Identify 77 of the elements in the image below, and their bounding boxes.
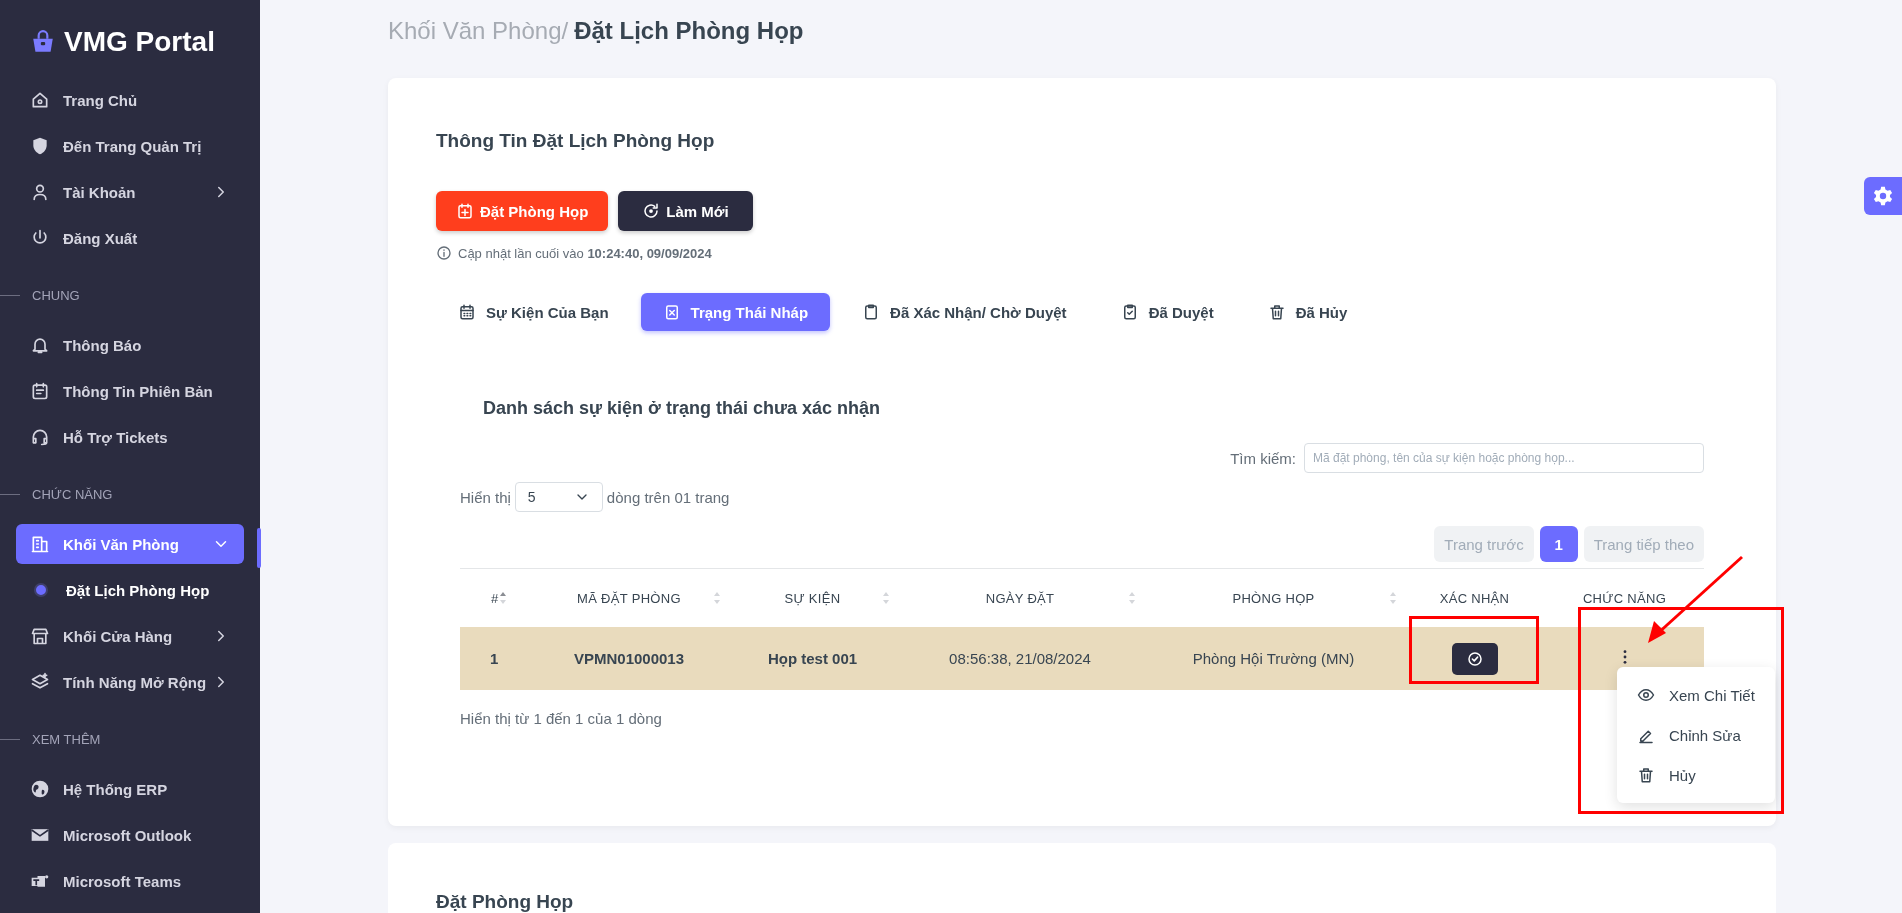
table-cell: 08:56:38, 21/08/2024 [949, 650, 1091, 667]
table-cell: 1 [490, 650, 499, 667]
sidebar-item[interactable]: Microsoft Outlook [16, 815, 244, 855]
settings-button[interactable] [1864, 177, 1902, 215]
pagination-button[interactable]: 1 [1539, 526, 1578, 562]
eye-icon [1637, 686, 1655, 704]
table-row[interactable]: 1 VPMN01000013 Họp test 001 08:56:38, 21/08/2024 Phòng Hội Trường (MN) [460, 627, 1704, 690]
column-header: XÁC NHẬN [1439, 590, 1510, 606]
bag-icon [30, 29, 56, 55]
column-header: CHỨC NĂNG [1582, 590, 1667, 606]
sidebar-item[interactable]: Thông Báo [16, 325, 244, 365]
last-updated-text: Cập nhật lần cuối vào 10:24:40, 09/09/2024 [458, 245, 712, 261]
column-header: PHÒNG HỌP [1232, 590, 1315, 606]
rows-per-page-label: dòng trên 01 trang [606, 488, 730, 506]
more-icon[interactable] [1621, 649, 1628, 665]
refresh-icon [642, 202, 661, 220]
table-cell: VPMN01000013 [573, 650, 685, 667]
trash-icon [1637, 766, 1655, 784]
sidebar-item[interactable]: Đến Trang Quản Trị [16, 126, 244, 166]
table-cell: Họp test 001 [767, 650, 858, 667]
section-label: XEM THÊM [32, 731, 101, 747]
sidebar-item[interactable]: Microsoft Teams [16, 861, 244, 901]
sidebar-item[interactable]: Hỗ Trợ Tickets [16, 417, 244, 457]
user-icon [30, 182, 50, 202]
table-info: Hiển thị từ 1 đến 1 của 1 dòng [460, 710, 663, 727]
column-header: MÃ ĐẶT PHÒNG [577, 590, 681, 606]
column-header: NGÀY ĐẶT [985, 590, 1055, 606]
sidebar-item[interactable]: Thông Tin Phiên Bản [16, 371, 244, 411]
logo-text: VMG Portal [64, 26, 215, 58]
menu-item[interactable]: Hủy [1617, 755, 1775, 795]
home-icon [30, 90, 50, 110]
calendar-plus-icon [456, 202, 474, 220]
trash-icon [1267, 303, 1286, 321]
bell-icon [30, 335, 50, 355]
sidebar-item[interactable]: Khối Cửa Hàng [16, 616, 244, 656]
search-field[interactable]: Mã đặt phòng, tên của sự kiện hoặc phòng họp... [1304, 443, 1704, 473]
check-circle-icon [1465, 649, 1484, 668]
settings-icon [1872, 185, 1894, 207]
bullet-icon [34, 583, 48, 597]
column-header: # [491, 590, 499, 606]
table-cell: Phòng Hội Trường (MN) [1192, 650, 1355, 667]
card-title: Đặt Phòng Họp [436, 891, 575, 913]
section-label: CHỨC NĂNG [32, 486, 113, 502]
layers-icon [30, 672, 50, 692]
sidebar-item[interactable]: Đăng Xuất [16, 218, 244, 258]
section-label: CHUNG [32, 287, 80, 303]
info-icon [436, 245, 452, 261]
tab[interactable]: Trạng Thái Nháp [640, 293, 831, 331]
sidebar-item[interactable]: Tài Khoản [16, 172, 244, 212]
sidebar-item[interactable]: Khối Văn Phòng [16, 524, 244, 564]
sidebar-subitem[interactable]: Đặt Lịch Phòng Họp [16, 570, 244, 610]
sidebar-item[interactable]: Trang Chủ [16, 80, 244, 120]
menu-item[interactable]: Chỉnh Sửa [1617, 715, 1775, 755]
list-title: Danh sách sự kiện ở trạng thái chưa xác nhận [483, 398, 881, 419]
tab[interactable]: Đã Xác Nhận/ Chờ Duyệt [840, 293, 1089, 331]
card-title: Thông Tin Đặt Lịch Phòng Họp [436, 129, 716, 153]
column-header: SỰ KIỆN [784, 590, 841, 606]
page-size-select[interactable]: 5 [514, 482, 603, 512]
confirm-button[interactable] [1451, 642, 1498, 675]
show-label: Hiển thị [460, 488, 511, 506]
building-icon [30, 534, 50, 554]
notepad-icon [30, 381, 50, 401]
tab[interactable]: Đã Duyệt [1098, 293, 1236, 331]
sidebar-item[interactable]: Hệ Thống ERP [16, 769, 244, 809]
sidebar-item[interactable]: Tính Năng Mở Rộng [16, 662, 244, 702]
tab[interactable]: Đã Hủy [1245, 293, 1370, 331]
tab[interactable]: Sự Kiện Của Bạn [436, 293, 631, 331]
page-title: Đặt Lịch Phòng Họp [574, 17, 804, 45]
refresh-button[interactable]: Làm Mới [618, 191, 753, 231]
globe-icon [30, 779, 50, 799]
shield-icon [30, 136, 50, 156]
search-label: Tìm kiếm: [1230, 449, 1296, 467]
sort-icon[interactable] [499, 591, 507, 605]
headset-icon [30, 427, 50, 447]
book-room-button[interactable]: Đặt Phòng Họp [436, 191, 609, 231]
store-icon [30, 626, 50, 646]
calendar-icon [458, 303, 476, 321]
